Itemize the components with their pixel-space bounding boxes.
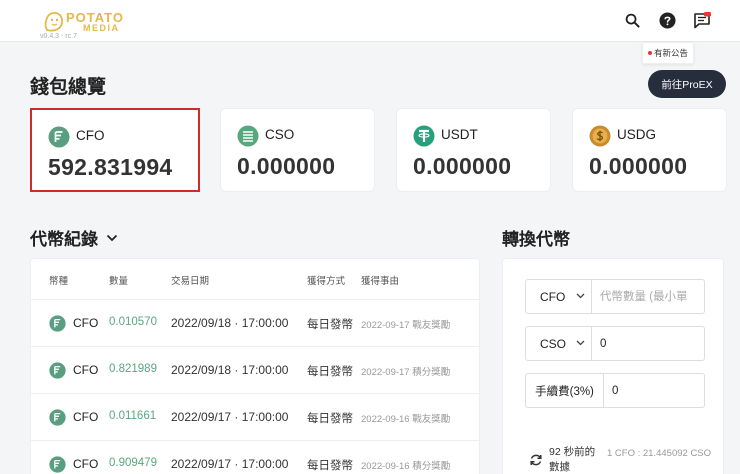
- row-method: 每日發幣: [307, 319, 353, 331]
- logo[interactable]: POTATO MEDIA v0.4.3 - rc.7: [40, 8, 150, 40]
- row-method: 每日發幣: [307, 413, 353, 425]
- row-date: 2022/09/17 · 17:00:00: [171, 410, 289, 424]
- to-amount-input[interactable]: [592, 327, 704, 360]
- table-row: CFO 0.011661 2022/09/17 · 17:00:00 每日發幣 …: [31, 393, 481, 440]
- fee-input[interactable]: [604, 374, 704, 407]
- row-amount: 0.011661: [109, 410, 157, 422]
- refresh-icon[interactable]: [529, 453, 543, 467]
- proex-button[interactable]: 前往ProEX: [648, 70, 726, 98]
- data-age-text: 92 秒前的數據: [549, 446, 596, 473]
- table-row: CFO 0.821989 2022/09/18 · 17:00:00 每日發幣 …: [31, 346, 481, 393]
- records-title: 代幣紀錄: [30, 225, 118, 250]
- wallet-name: USDT: [441, 127, 478, 142]
- usdg-coin-icon: [589, 125, 611, 147]
- column-header-coin: 幣種: [49, 276, 69, 287]
- to-coin-select[interactable]: CSO: [526, 327, 592, 360]
- rate-info: 92 秒前的數據 1 CFO : 21.445092 CSO: [529, 445, 719, 474]
- row-method: 每日發幣: [307, 366, 353, 378]
- convert-panel: CFO CSO 手續費(3%) 92 秒前的數據 1 CFO : 21.4450…: [502, 258, 724, 474]
- row-coin: CFO: [73, 363, 99, 377]
- row-reason: 2022-09-17 戰友獎勵: [361, 320, 451, 331]
- from-coin-select[interactable]: CFO: [526, 280, 592, 313]
- fee-row: 手續費(3%): [525, 373, 705, 408]
- to-coin-value: CSO: [540, 336, 567, 351]
- row-amount: 0.909479: [109, 457, 157, 469]
- search-button[interactable]: [622, 10, 642, 30]
- records-table: 幣種 數量 交易日期 獲得方式 獲得事由 CFO 0.010570 2022/0…: [30, 258, 481, 474]
- convert-title: 轉換代幣: [502, 230, 570, 249]
- logo-text-bottom: MEDIA: [83, 23, 120, 33]
- version-label: v0.4.3 - rc.7: [40, 33, 77, 40]
- wallet-balance: 0.000000: [237, 153, 336, 179]
- cfo-coin-icon: [48, 126, 70, 148]
- row-reason: 2022-09-17 積分獎勵: [361, 367, 451, 378]
- wallet-card-cfo[interactable]: CFO 592.831994: [30, 108, 200, 192]
- message-icon: [694, 11, 711, 28]
- column-header-reason: 獲得事由: [361, 276, 400, 287]
- exchange-rate-text: 1 CFO : 21.445092 CSO: [607, 448, 712, 459]
- wallet-balance: 0.000000: [589, 153, 688, 179]
- row-amount: 0.821989: [109, 363, 157, 375]
- to-row: CSO: [525, 326, 705, 361]
- cfo-coin-icon: [49, 362, 66, 379]
- from-amount-input[interactable]: [592, 280, 704, 313]
- wallet-name: CFO: [76, 128, 105, 143]
- potato-logo-icon: [44, 11, 64, 32]
- table-row: CFO 0.010570 2022/09/18 · 17:00:00 每日發幣 …: [31, 299, 481, 346]
- announcement-button[interactable]: [692, 10, 712, 30]
- cso-coin-icon: [237, 125, 259, 147]
- row-date: 2022/09/17 · 17:00:00: [171, 457, 289, 471]
- cfo-coin-icon: [49, 456, 66, 473]
- row-reason: 2022-09-16 積分獎勵: [361, 461, 451, 472]
- chevron-down-icon: [106, 234, 118, 241]
- row-coin: CFO: [73, 316, 99, 330]
- row-date: 2022/09/18 · 17:00:00: [171, 363, 289, 377]
- wallet-balance: 592.831994: [48, 154, 173, 180]
- row-coin: CFO: [73, 410, 99, 424]
- row-date: 2022/09/18 · 17:00:00: [171, 316, 289, 330]
- from-coin-value: CFO: [540, 289, 566, 304]
- column-header-date: 交易日期: [171, 276, 210, 287]
- announcement-text: 有新公告: [653, 48, 688, 58]
- from-row: CFO: [525, 279, 705, 314]
- column-header-method: 獲得方式: [307, 276, 346, 287]
- row-amount: 0.010570: [109, 316, 157, 328]
- page-title: 錢包總覽: [30, 77, 107, 98]
- wallet-name: CSO: [265, 127, 295, 142]
- unread-dot: [647, 51, 652, 55]
- wallet-name: USDG: [617, 127, 657, 142]
- wallet-balance: 0.000000: [413, 153, 512, 179]
- table-row: CFO 0.909479 2022/09/17 · 17:00:00 每日發幣 …: [31, 440, 481, 474]
- tether-icon: [413, 125, 435, 147]
- records-title-text: 代幣紀錄: [30, 230, 98, 249]
- wallet-card-usdg[interactable]: USDG 0.000000: [572, 108, 727, 192]
- help-button[interactable]: [657, 10, 677, 30]
- row-method: 每日發幣: [307, 460, 353, 472]
- cfo-coin-icon: [49, 409, 66, 426]
- top-bar: POTATO MEDIA v0.4.3 - rc.7: [0, 0, 740, 42]
- column-header-amount: 數量: [109, 276, 129, 287]
- row-reason: 2022-09-16 戰友獎勵: [361, 414, 451, 425]
- wallet-card-cso[interactable]: CSO 0.000000: [220, 108, 375, 192]
- chevron-down-icon: [576, 293, 585, 299]
- wallet-card-usdt[interactable]: USDT 0.000000: [396, 108, 551, 192]
- cfo-coin-icon: [49, 315, 66, 332]
- chevron-down-icon: [576, 340, 585, 346]
- announcement-tooltip[interactable]: 有新公告: [642, 42, 694, 64]
- row-coin: CFO: [73, 457, 99, 471]
- help-icon: [658, 11, 676, 29]
- fee-label: 手續費(3%): [526, 374, 604, 407]
- search-icon: [625, 13, 640, 28]
- records-dropdown-toggle[interactable]: [106, 234, 118, 242]
